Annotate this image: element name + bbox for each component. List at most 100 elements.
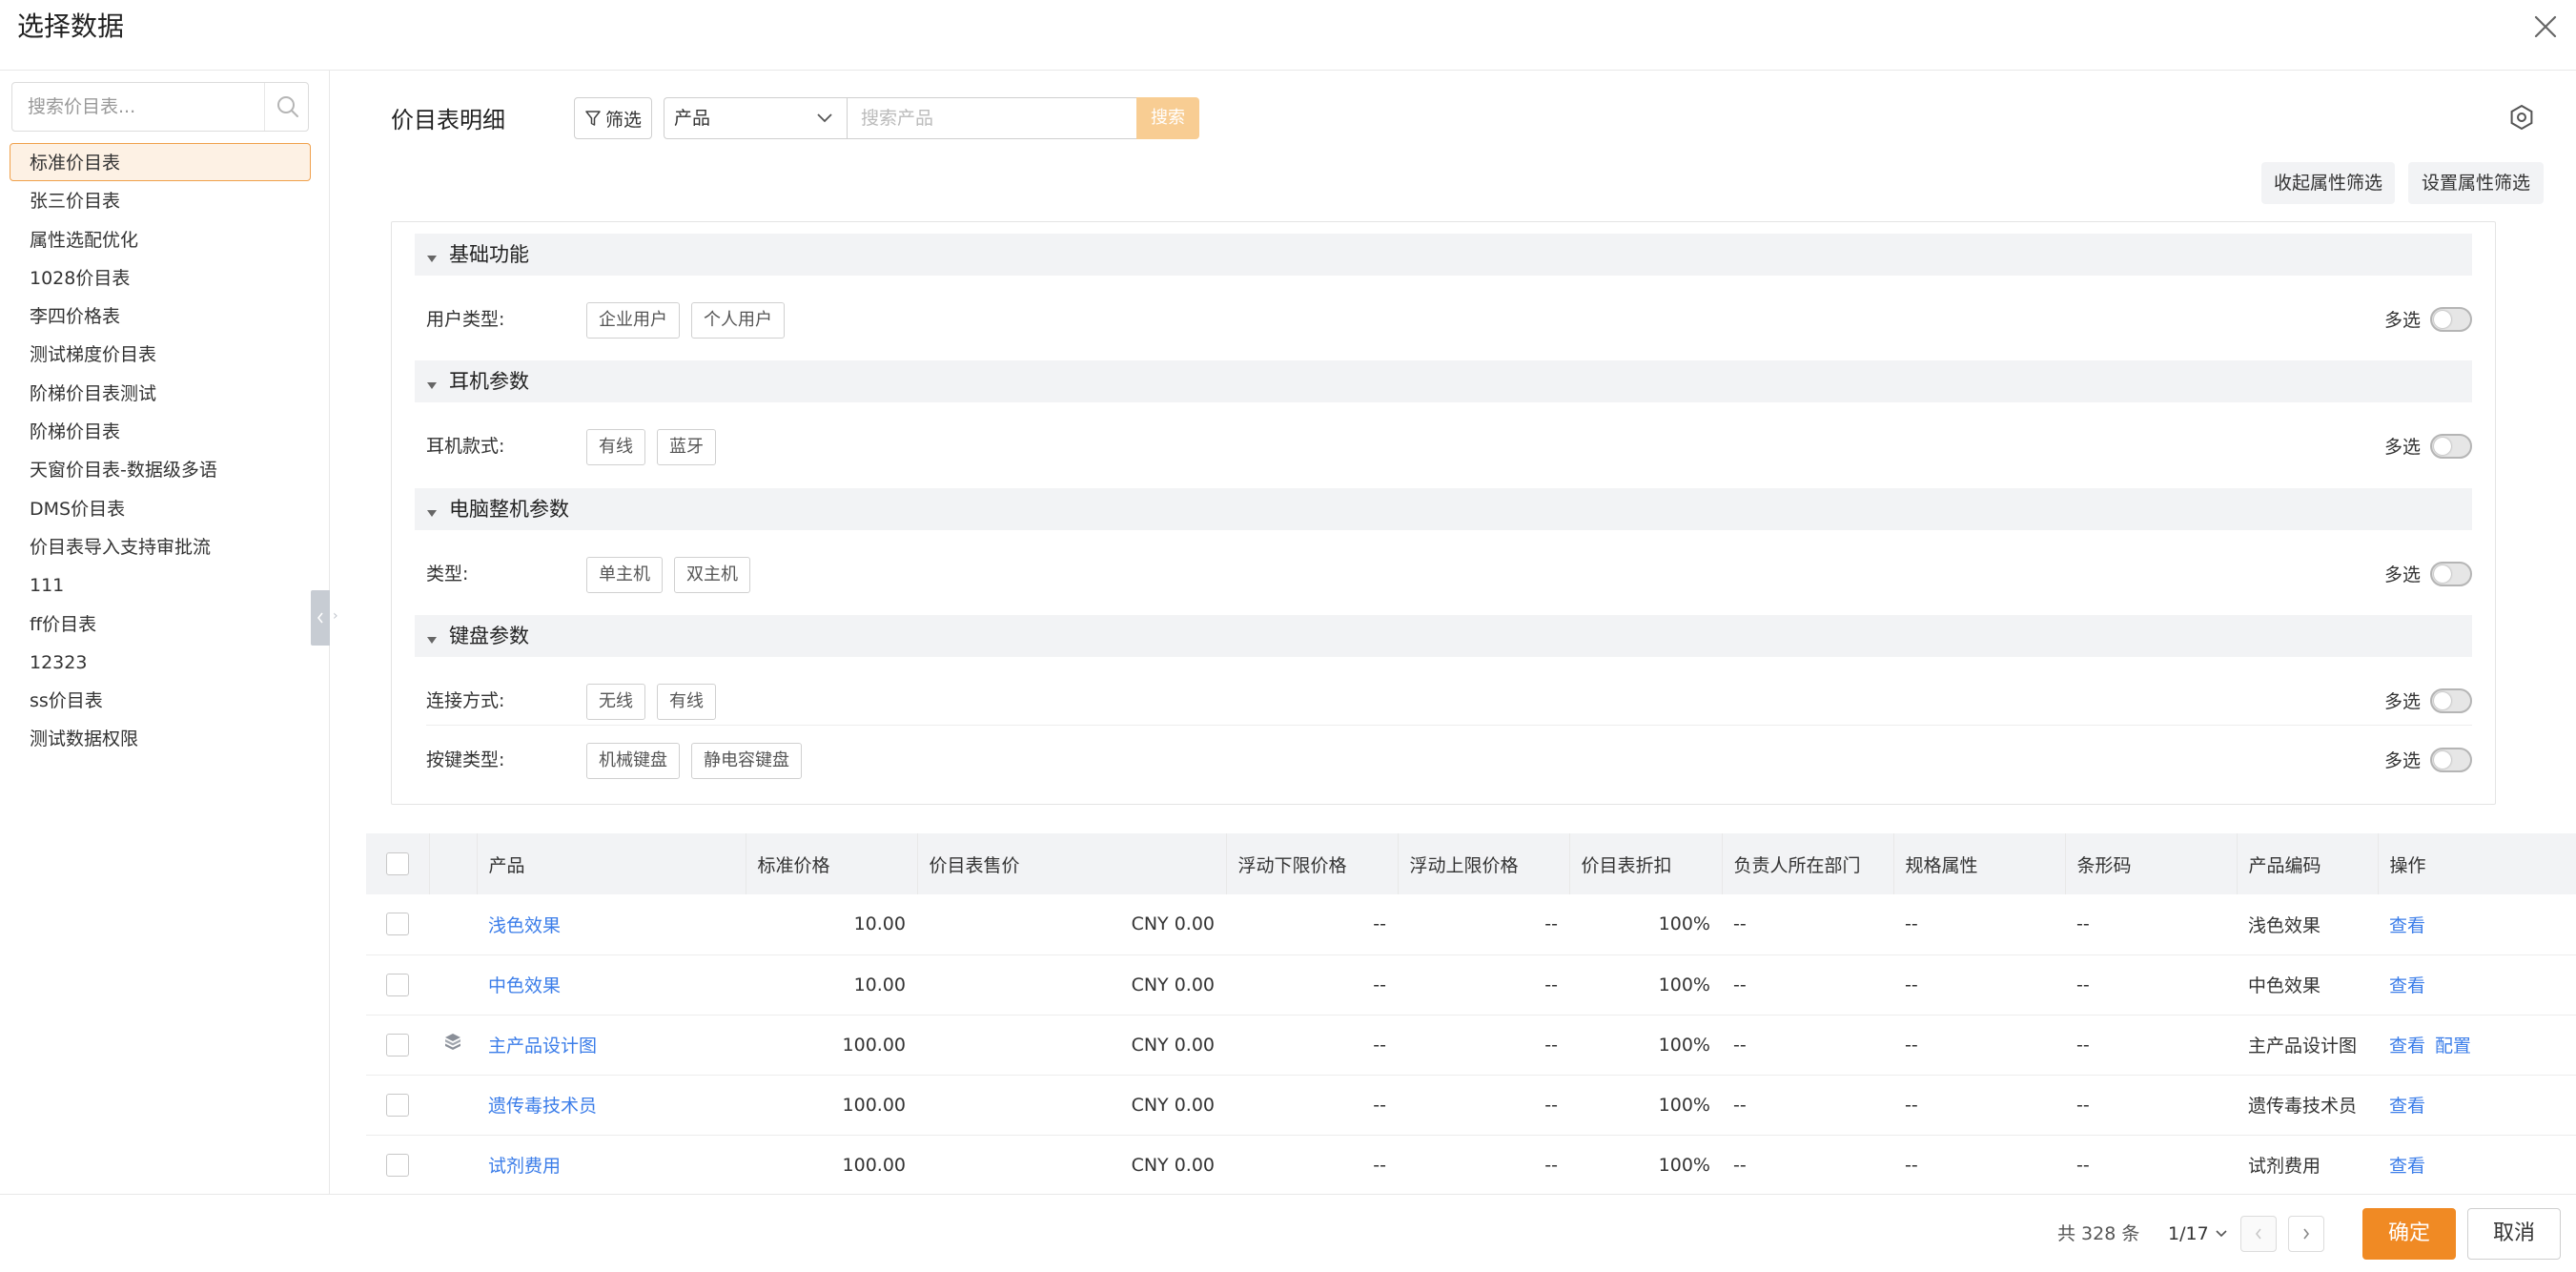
multi-select-control: 多选 <box>2384 306 2472 332</box>
sidebar-item[interactable]: 阶梯价目表测试 <box>10 374 311 412</box>
row-action-link[interactable]: 查看 <box>2389 1156 2425 1177</box>
row-action-link[interactable]: 查看 <box>2389 915 2425 936</box>
floor-price-cell: -- <box>1226 1075 1398 1136</box>
column-header-product[interactable]: 产品 <box>477 833 746 894</box>
row-action-link[interactable]: 查看 <box>2389 1036 2425 1057</box>
price-list-search-input[interactable] <box>12 83 262 131</box>
dialog-title: 选择数据 <box>17 10 125 42</box>
attribute-option-chip[interactable]: 静电容键盘 <box>691 743 802 779</box>
collapse-attribute-filter-button[interactable]: 收起属性筛选 <box>2261 162 2395 204</box>
sidebar-item[interactable]: ff价目表 <box>10 605 311 643</box>
attribute-option-chip[interactable]: 有线 <box>657 684 716 720</box>
column-header-standard-price[interactable]: 标准价格 <box>746 833 918 894</box>
multi-select-control: 多选 <box>2384 433 2472 459</box>
attribute-option-chip[interactable]: 无线 <box>586 684 645 720</box>
row-checkbox[interactable] <box>386 913 409 936</box>
product-code-cell: 中色效果 <box>2237 954 2378 1016</box>
cancel-button[interactable]: 取消 <box>2467 1208 2561 1260</box>
attribute-option-chip[interactable]: 蓝牙 <box>657 429 716 465</box>
table-row[interactable]: 中色效果 10.00 CNY 0.00 -- -- 100% -- -- -- 中色效果 查看 <box>366 954 2576 1016</box>
table-row[interactable]: 遗传毒技术员 100.00 CNY 0.00 -- -- 100% -- -- -- 遗传毒技术员… <box>366 1075 2576 1136</box>
product-link[interactable]: 试剂费用 <box>488 1156 561 1177</box>
row-checkbox[interactable] <box>386 1153 409 1177</box>
sidebar-item[interactable]: 12323 <box>10 643 311 681</box>
column-header-barcode[interactable]: 条形码 <box>2065 833 2238 894</box>
caret-down-icon <box>427 637 437 644</box>
confirm-button[interactable]: 确定 <box>2362 1208 2456 1260</box>
prev-page-button[interactable] <box>2240 1216 2277 1252</box>
standard-price-cell: 100.00 <box>746 1015 917 1076</box>
multi-select-toggle[interactable] <box>2430 306 2472 332</box>
attribute-option-chip[interactable]: 双主机 <box>674 557 750 593</box>
product-link[interactable]: 浅色效果 <box>488 915 561 936</box>
attribute-option-chip[interactable]: 单主机 <box>586 557 663 593</box>
close-icon[interactable] <box>2526 8 2565 46</box>
product-code-cell: 浅色效果 <box>2237 894 2378 955</box>
filter-group-header[interactable]: 基础功能 <box>415 234 2472 276</box>
product-search-input[interactable] <box>847 97 1136 139</box>
sidebar-item[interactable]: ss价目表 <box>10 681 311 719</box>
search-button[interactable]: 搜索 <box>1136 97 1199 139</box>
sidebar-item[interactable]: 111 <box>10 565 311 604</box>
column-header-ceiling-price[interactable]: 浮动上限价格 <box>1398 833 1570 894</box>
select-data-dialog: 选择数据 标准价目表张三价目表属性选配优化1028价目表李四价格表测试梯度价目表… <box>0 0 2576 1272</box>
next-page-button[interactable] <box>2288 1216 2324 1252</box>
column-header-sale-price[interactable]: 价目表售价 <box>917 833 1227 894</box>
spec-cell: -- <box>1893 954 2065 1016</box>
column-header-floor-price[interactable]: 浮动下限价格 <box>1226 833 1399 894</box>
search-field-select[interactable]: 产品 <box>664 97 847 139</box>
sidebar-item[interactable]: 测试梯度价目表 <box>10 335 311 373</box>
sidebar-item[interactable]: 1028价目表 <box>10 258 311 297</box>
sidebar-item[interactable]: 属性选配优化 <box>10 220 311 258</box>
row-checkbox[interactable] <box>386 1093 409 1117</box>
multi-select-toggle[interactable] <box>2430 561 2472 586</box>
filter-group-header[interactable]: 键盘参数 <box>415 615 2472 657</box>
ceiling-price-cell: -- <box>1398 1075 1569 1136</box>
settings-icon[interactable] <box>2507 103 2536 132</box>
filter-button[interactable]: 筛选 <box>574 97 652 139</box>
row-actions-cell: 查看 配置 <box>2378 1015 2576 1076</box>
row-action-link[interactable]: 配置 <box>2435 1036 2471 1057</box>
barcode-cell: -- <box>2065 954 2237 1016</box>
select-all-checkbox[interactable] <box>385 852 409 875</box>
table-row[interactable]: 浅色效果 10.00 CNY 0.00 -- -- 100% -- -- -- 浅色效果 查看 <box>366 894 2576 955</box>
product-name-cell: 试剂费用 <box>477 1135 746 1196</box>
page-select[interactable]: 1/17 <box>2168 1216 2228 1252</box>
row-action-link[interactable]: 查看 <box>2389 1096 2425 1117</box>
product-name-cell: 遗传毒技术员 <box>477 1075 746 1136</box>
sidebar-item[interactable]: 标准价目表 <box>10 143 311 182</box>
product-link[interactable]: 遗传毒技术员 <box>488 1096 597 1117</box>
sidebar-collapse-handle[interactable] <box>311 590 330 646</box>
column-header-discount[interactable]: 价目表折扣 <box>1569 833 1723 894</box>
product-link[interactable]: 主产品设计图 <box>488 1036 597 1057</box>
multi-select-toggle[interactable] <box>2430 433 2472 459</box>
column-header-product-code[interactable]: 产品编码 <box>2237 833 2379 894</box>
column-header-spec[interactable]: 规格属性 <box>1893 833 2066 894</box>
product-link[interactable]: 中色效果 <box>488 975 561 996</box>
table-row[interactable]: 主产品设计图 100.00 CNY 0.00 -- -- 100% -- -- -- 主产品设计图… <box>366 1015 2576 1076</box>
sidebar-item[interactable]: DMS价目表 <box>10 489 311 527</box>
attribute-option-chip[interactable]: 个人用户 <box>691 302 785 339</box>
search-icon[interactable] <box>264 83 310 131</box>
sidebar-item[interactable]: 价目表导入支持审批流 <box>10 527 311 565</box>
sidebar-item[interactable]: 天窗价目表-数据级多语 <box>10 450 311 488</box>
sidebar-item[interactable]: 张三价目表 <box>10 181 311 219</box>
sidebar-item[interactable]: 阶梯价目表 <box>10 412 311 450</box>
multi-select-toggle[interactable] <box>2430 747 2472 772</box>
attribute-option-chip[interactable]: 有线 <box>586 429 645 465</box>
set-attribute-filter-button[interactable]: 设置属性筛选 <box>2408 162 2544 204</box>
multi-select-toggle[interactable] <box>2430 687 2472 713</box>
attribute-option-chip[interactable]: 机械键盘 <box>586 743 680 779</box>
row-checkbox[interactable] <box>386 1033 409 1057</box>
attribute-option-chip[interactable]: 企业用户 <box>586 302 680 339</box>
table-row[interactable]: 试剂费用 100.00 CNY 0.00 -- -- 100% -- -- -- 试剂费用 查看 <box>366 1135 2576 1196</box>
sidebar-item[interactable]: 李四价格表 <box>10 297 311 335</box>
filter-group-header[interactable]: 耳机参数 <box>415 360 2472 402</box>
department-cell: -- <box>1722 894 1893 955</box>
filter-group-header[interactable]: 电脑整机参数 <box>415 488 2472 530</box>
attribute-filter-row: 用户类型: 企业用户 个人用户 多选 <box>426 295 2472 344</box>
row-checkbox[interactable] <box>386 973 409 996</box>
row-action-link[interactable]: 查看 <box>2389 975 2425 996</box>
column-header-department[interactable]: 负责人所在部门 <box>1722 833 1894 894</box>
sidebar-item[interactable]: 测试数据权限 <box>10 719 311 757</box>
